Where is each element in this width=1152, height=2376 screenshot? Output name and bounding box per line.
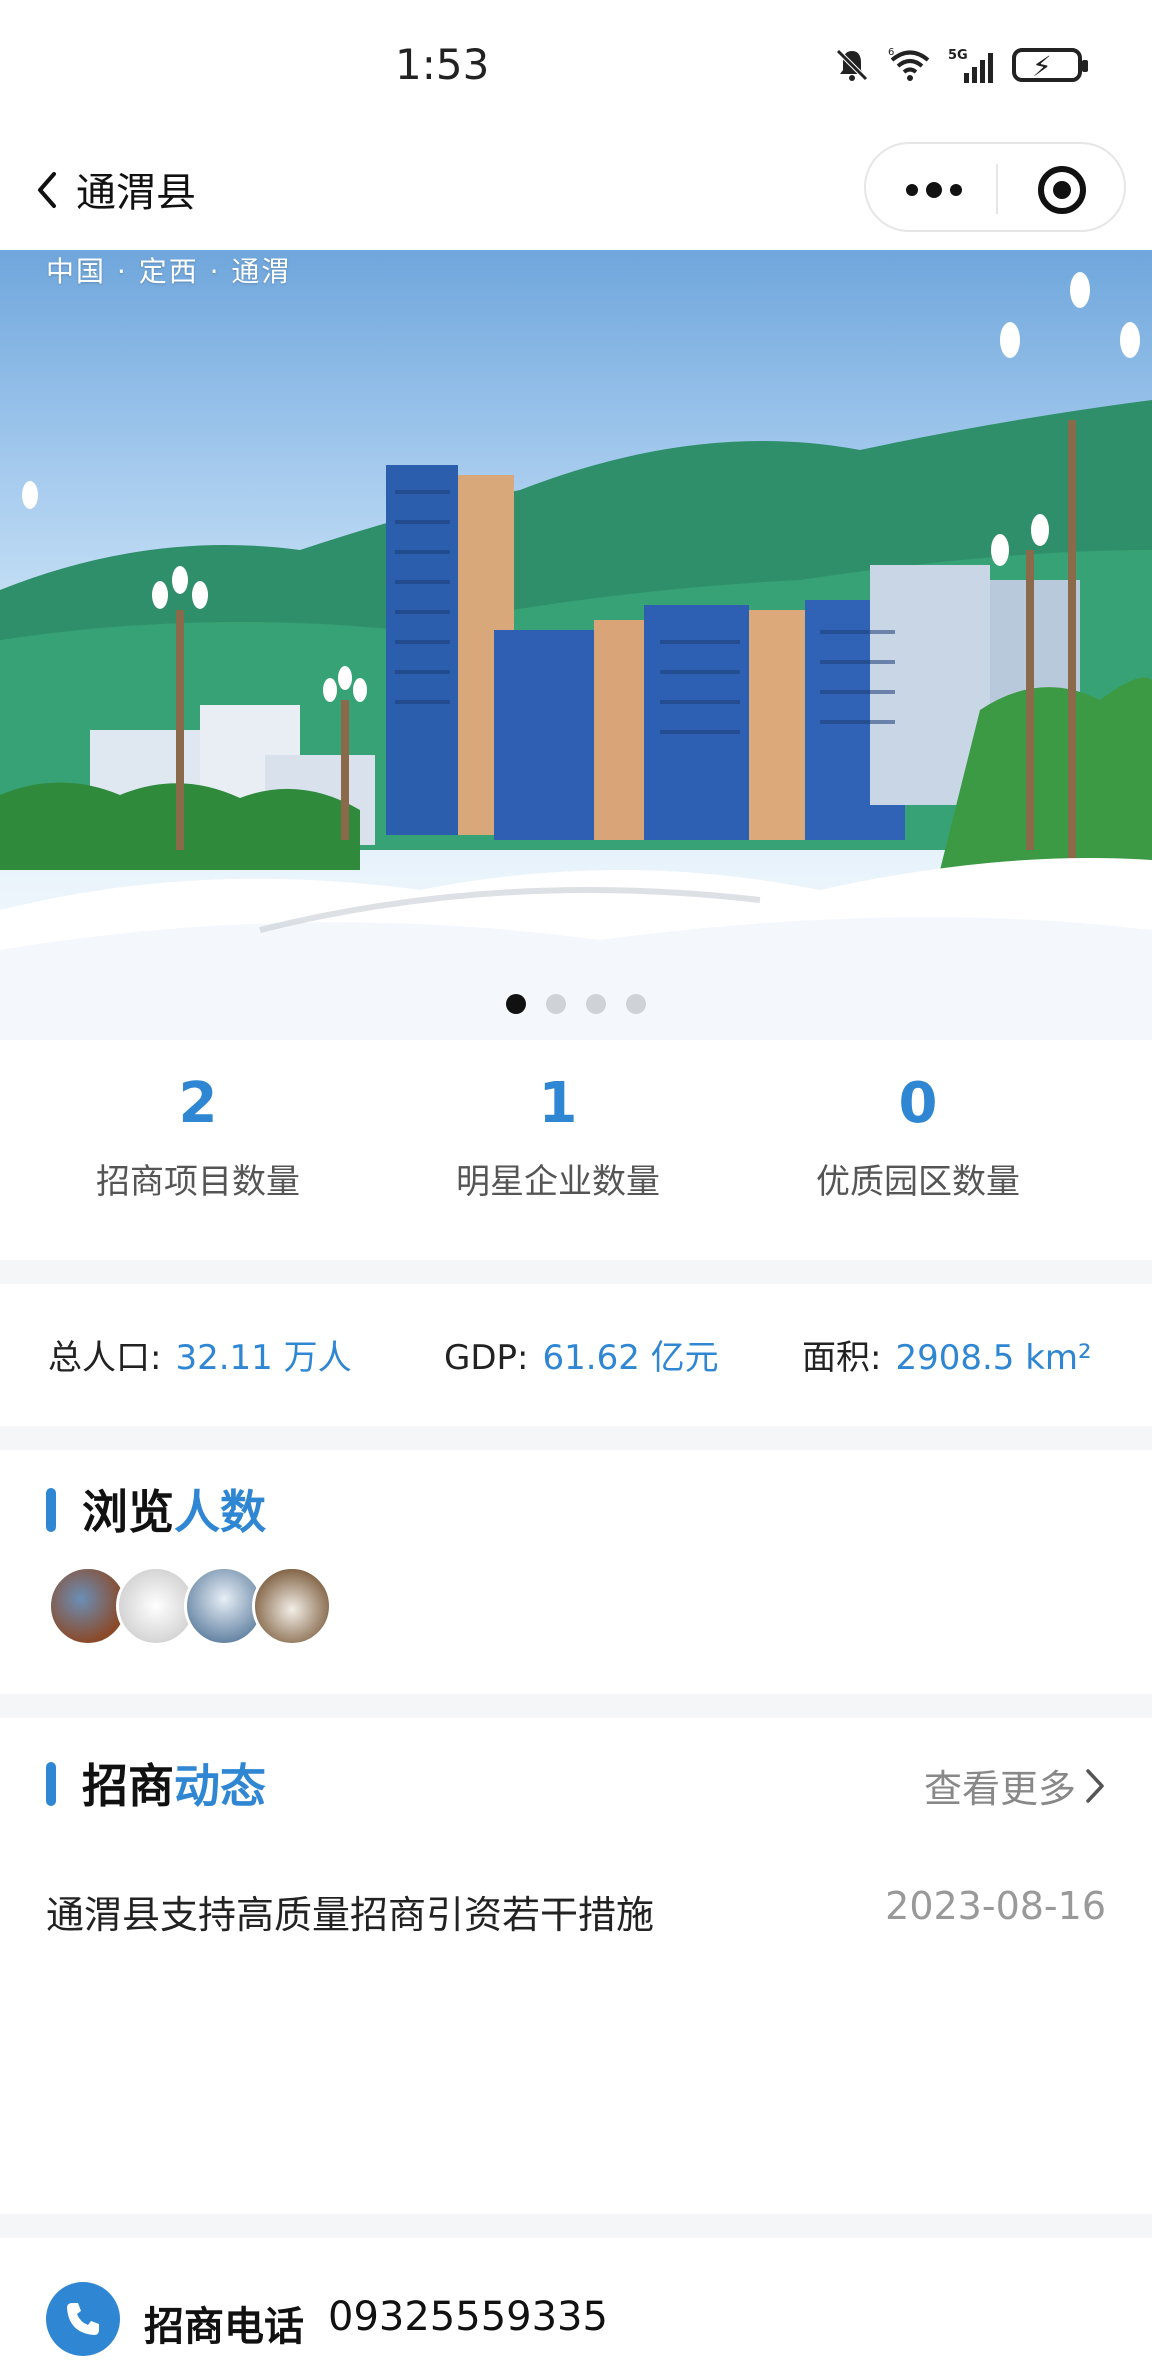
back-chevron-icon[interactable] [30,168,64,212]
wifi-icon: 6 [888,47,930,81]
stat-value: 0 [898,1071,938,1136]
view-more-link[interactable]: 查看更多 [924,1758,1106,1813]
signal-5g-icon: 5G [948,48,993,83]
page-title: 通渭县 [76,170,196,216]
phone-icon[interactable] [46,2282,120,2356]
stat-label: 招商项目数量 [96,1162,300,1202]
section-title: 招商动态 [82,1750,266,1816]
mini-program-capsule [864,142,1126,232]
viewers-section: 浏览人数 [0,1450,1152,1694]
info-key: 面积: [802,1338,882,1378]
section-title: 浏览人数 [82,1476,266,1542]
stat-value: 1 [538,1071,578,1136]
info-key: 总人口: [48,1338,162,1378]
stat-label: 优质园区数量 [816,1162,1020,1202]
stat-label: 明星企业数量 [456,1162,660,1202]
info-area: 面积: 2908.5 km² [802,1330,1092,1379]
more-dot-icon [950,184,962,196]
section-accent-bar [46,1488,56,1532]
section-accent-bar [46,1762,56,1806]
stats-panel: 2 招商项目数量 1 明星企业数量 0 优质园区数量 [0,1040,1152,1260]
capsule-divider [996,164,998,214]
avatar[interactable] [252,1566,332,1646]
page: 1:53 6 5G ⚡ 通渭县 中国 · 定西 · 通渭 2 招商项目数量 1 … [0,0,1152,2376]
info-key: GDP: [444,1338,529,1378]
section-title-accent: 人数 [174,1485,266,1539]
stat-value: 2 [178,1071,218,1136]
carousel-dot[interactable] [626,994,646,1014]
banner-location-tag: 中国 · 定西 · 通渭 [46,255,292,288]
more-dot-icon [926,182,942,198]
info-population: 总人口: 32.11 万人 [48,1330,352,1379]
section-title-plain: 浏览 [82,1485,174,1539]
contact-phone-number[interactable]: 09325559335 [328,2294,608,2340]
view-more-label: 查看更多 [923,1767,1076,1811]
stat-parks[interactable]: 0 优质园区数量 [726,1076,1110,1203]
contact-label: 招商电话 [144,2304,304,2350]
info-value: 32.11 万人 [175,1338,352,1378]
section-title-accent: 动态 [174,1759,266,1813]
info-value: 2908.5 km² [895,1338,1092,1378]
chevron-right-icon [1086,1768,1104,1803]
contact-footer[interactable]: 招商电话 09325559335 [0,2238,1152,2376]
banner-carousel[interactable]: 中国 · 定西 · 通渭 [0,250,1152,1040]
more-button[interactable] [866,144,996,234]
stat-projects[interactable]: 2 招商项目数量 [6,1076,390,1203]
battery-charging-icon: ⚡ [1012,48,1088,83]
carousel-dot[interactable] [586,994,606,1014]
news-date: 2023-08-16 [885,1884,1106,1928]
carousel-dot[interactable] [546,994,566,1014]
signal-label: 5G [948,48,968,63]
status-bar: 1:53 6 5G ⚡ [0,0,1152,136]
info-value: 61.62 亿元 [542,1338,719,1378]
status-icons: 6 5G ⚡ [832,45,1088,85]
news-section: 招商动态 查看更多 通渭县支持高质量招商引资若干措施 2023-08-16 [0,1718,1152,2214]
wifi-label: 6 [888,47,894,58]
info-gdp: GDP: 61.62 亿元 [444,1330,719,1379]
news-title: 通渭县支持高质量招商引资若干措施 [46,1893,655,1937]
county-info-row: 总人口: 32.11 万人 GDP: 61.62 亿元 面积: 2908.5 km² [0,1284,1152,1426]
status-time: 1:53 [395,40,490,89]
banner-image [0,272,1152,1040]
close-target-icon[interactable] [1038,166,1086,214]
more-dot-icon [906,184,918,196]
stat-star-enterprises[interactable]: 1 明星企业数量 [366,1076,750,1203]
carousel-dot[interactable] [506,994,526,1014]
carousel-indicator [0,994,1152,1014]
bell-muted-icon [836,49,868,81]
section-title-plain: 招商 [82,1759,174,1813]
nav-bar: 通渭县 [0,136,1152,250]
